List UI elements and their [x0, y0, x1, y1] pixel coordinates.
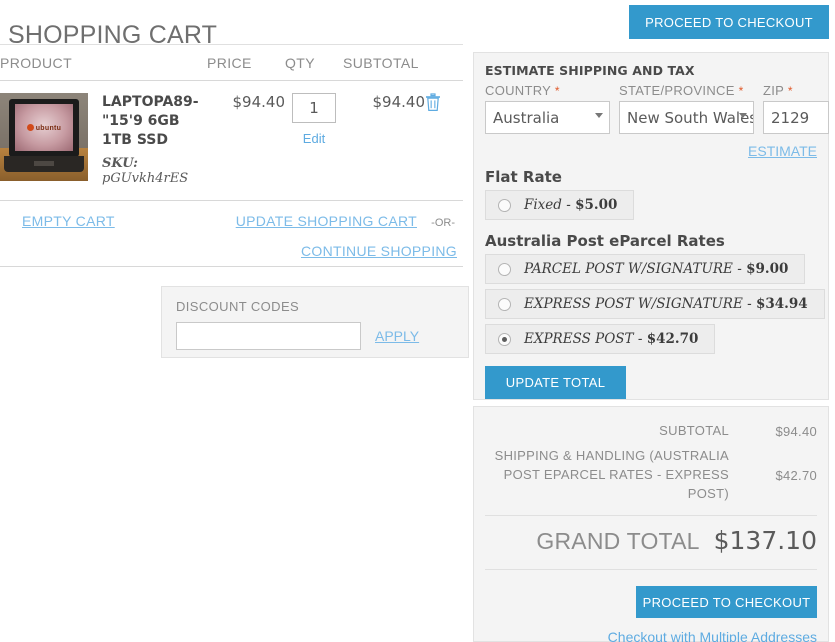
grand-total-value: $137.10 [713, 526, 817, 556]
shipping-fields-row: COUNTRY * Australia STATE/PROVINCE * New… [485, 83, 829, 134]
radio-icon[interactable] [498, 297, 511, 311]
required-mark: * [554, 84, 560, 98]
thumbnail-laptop-lid: ubuntu [9, 99, 79, 157]
column-header-price: PRICE [207, 44, 285, 81]
empty-cart-link[interactable]: EMPTY CART [22, 213, 115, 229]
thumbnail-laptop-trackpad [34, 161, 54, 166]
state-label: STATE/PROVINCE * [619, 83, 744, 98]
discount-code-input[interactable] [176, 322, 361, 350]
or-separator: -OR- [431, 216, 455, 229]
estimate-shipping-panel: ESTIMATE SHIPPING AND TAX COUNTRY * Aust… [473, 52, 829, 400]
product-cell: ubuntu LAPTOPA89-"15'9 6GB 1TB SSD SKU: … [0, 80, 207, 201]
cart-table-body: ubuntu LAPTOPA89-"15'9 6GB 1TB SSD SKU: … [0, 80, 463, 201]
update-shopping-cart-link[interactable]: UPDATE SHOPPING CART [236, 213, 417, 229]
column-header-qty: QTY [285, 44, 343, 81]
column-header-product: PRODUCT [0, 44, 207, 81]
totals-table: SUBTOTAL $94.40 SHIPPING & HANDLING (AUS… [485, 419, 817, 506]
shipping-rate-option-fixed[interactable]: Fixed - $5.00 [485, 190, 635, 220]
shipping-rate-option-express-post-signature[interactable]: EXPRESS POST W/SIGNATURE - $34.94 [485, 289, 825, 319]
ubuntu-logo-icon: ubuntu [26, 123, 62, 132]
product-name[interactable]: LAPTOPA89-"15'9 6GB 1TB SSD [102, 93, 207, 150]
order-totals-panel: SUBTOTAL $94.40 SHIPPING & HANDLING (AUS… [473, 406, 829, 642]
shipping-handling-label: SHIPPING & HANDLING (AUSTRALIA POST EPAR… [494, 447, 729, 501]
thumbnail-laptop-screen: ubuntu [15, 104, 73, 151]
rate-group-title-flat-rate: Flat Rate [485, 168, 562, 186]
proceed-to-checkout-button-bottom[interactable]: PROCEED TO CHECKOUT [636, 586, 817, 619]
rate-option-label: PARCEL POST W/SIGNATURE - $9.00 [524, 261, 789, 277]
quantity-input[interactable] [292, 93, 336, 123]
table-row: ubuntu LAPTOPA89-"15'9 6GB 1TB SSD SKU: … [0, 80, 463, 201]
product-sku: SKU: pGUvkh4rES [102, 156, 207, 186]
shipping-rate-option-express-post[interactable]: EXPRESS POST - $42.70 [485, 324, 716, 354]
proceed-to-checkout-button-top[interactable]: PROCEED TO CHECKOUT [629, 5, 829, 39]
trash-icon[interactable] [425, 93, 441, 112]
country-label: COUNTRY * [485, 83, 560, 98]
cart-column: PRODUCT PRICE QTY SUBTOTAL ubuntu LAPTOP… [0, 44, 463, 267]
shipping-rate-option-parcel-post-signature[interactable]: PARCEL POST W/SIGNATURE - $9.00 [485, 254, 806, 284]
zip-input[interactable] [763, 101, 829, 134]
rate-options-australia-post: PARCEL POST W/SIGNATURE - $9.00 EXPRESS … [485, 254, 825, 359]
rate-options-flat-rate: Fixed - $5.00 [485, 190, 817, 225]
cart-table-head: PRODUCT PRICE QTY SUBTOTAL [0, 44, 463, 81]
radio-icon[interactable] [498, 198, 511, 212]
radio-icon[interactable] [498, 262, 511, 276]
chevron-down-icon [739, 113, 747, 118]
edit-item-link[interactable]: Edit [285, 131, 343, 146]
discount-codes-box: DISCOUNT CODES APPLY [161, 286, 469, 358]
continue-shopping-link[interactable]: CONTINUE SHOPPING [301, 243, 457, 259]
product-actions-cell [425, 80, 463, 201]
state-select[interactable]: New South Wales [619, 101, 754, 134]
required-mark: * [738, 84, 744, 98]
grand-total-row: GRAND TOTAL $137.10 [485, 526, 817, 555]
sku-value: pGUvkh4rES [102, 170, 189, 186]
product-qty-cell: Edit [285, 80, 343, 201]
subtotal-label: SUBTOTAL [659, 423, 729, 438]
shipping-handling-value: $42.70 [775, 467, 817, 483]
country-field-group: COUNTRY * Australia [485, 83, 610, 134]
grand-total-label: GRAND TOTAL [536, 528, 700, 555]
shopping-cart-page: SHOPPING CART PROCEED TO CHECKOUT PRODUC… [0, 0, 835, 642]
column-header-actions [425, 44, 463, 81]
cart-table: PRODUCT PRICE QTY SUBTOTAL ubuntu LAPTOP… [0, 44, 463, 201]
totals-row-shipping: SHIPPING & HANDLING (AUSTRALIA POST EPAR… [485, 444, 817, 507]
apply-discount-link[interactable]: APPLY [375, 328, 419, 344]
rate-option-label: EXPRESS POST - $42.70 [524, 331, 699, 347]
checkout-multiple-addresses-link[interactable]: Checkout with Multiple Addresses [485, 629, 817, 642]
zip-field-group: ZIP * [763, 83, 829, 134]
zip-label: ZIP * [763, 83, 793, 98]
totals-row-subtotal: SUBTOTAL $94.40 [485, 419, 817, 444]
radio-icon-selected[interactable] [498, 332, 511, 346]
product-subtotal: $94.40 [343, 80, 425, 201]
grand-total-divider [485, 569, 817, 571]
rate-option-label: Fixed - $5.00 [524, 197, 618, 213]
cart-actions: EMPTY CART UPDATE SHOPPING CART -OR- CON… [0, 201, 463, 267]
totals-divider [485, 515, 817, 517]
estimate-link[interactable]: ESTIMATE [748, 143, 817, 159]
cart-header-row: PRODUCT PRICE QTY SUBTOTAL [0, 44, 463, 81]
estimate-row: ESTIMATE [485, 143, 817, 161]
rate-group-title-australia-post: Australia Post eParcel Rates [485, 232, 725, 250]
rate-option-label: EXPRESS POST W/SIGNATURE - $34.94 [524, 296, 808, 312]
subtotal-value: $94.40 [775, 423, 817, 439]
chevron-down-icon [595, 113, 603, 118]
discount-codes-title: DISCOUNT CODES [176, 299, 300, 314]
product-price: $94.40 [207, 80, 285, 201]
update-total-button[interactable]: UPDATE TOTAL [485, 366, 626, 399]
sku-label: SKU: [102, 155, 138, 171]
estimate-shipping-heading: ESTIMATE SHIPPING AND TAX [485, 63, 695, 78]
country-select[interactable]: Australia [485, 101, 610, 134]
product-thumbnail-image[interactable]: ubuntu [0, 93, 88, 181]
required-mark: * [787, 84, 793, 98]
state-field-group: STATE/PROVINCE * New South Wales [619, 83, 754, 134]
column-header-subtotal: SUBTOTAL [343, 44, 425, 81]
